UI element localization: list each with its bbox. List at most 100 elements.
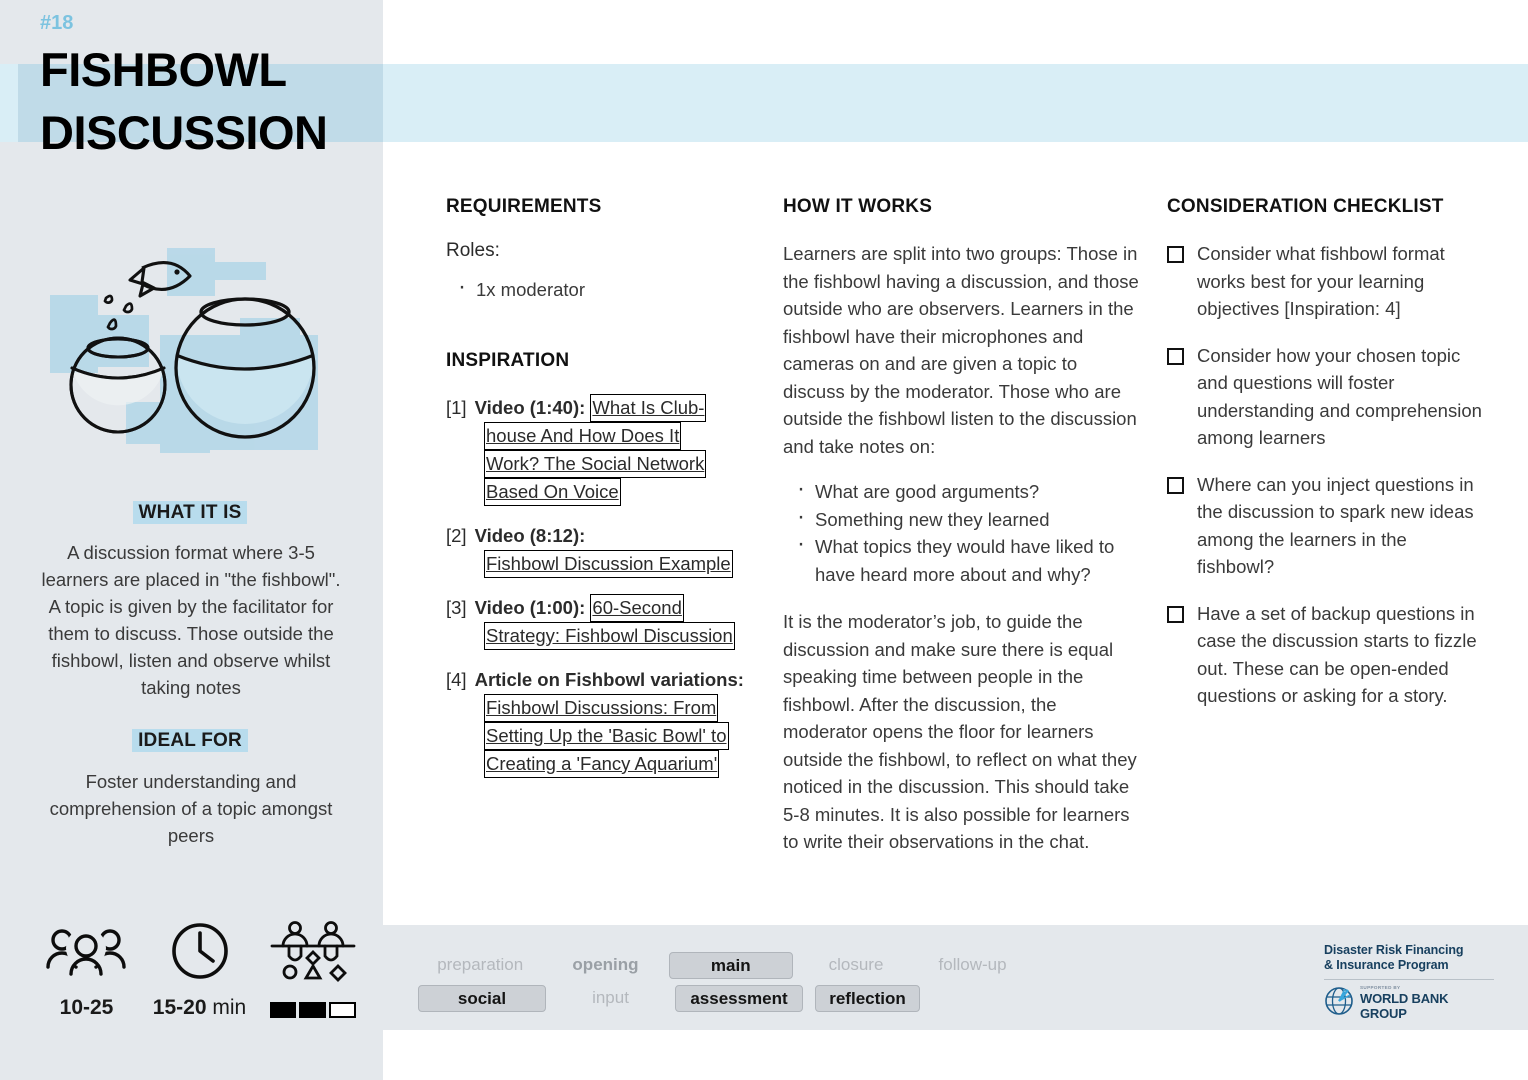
inspiration-kind: Video (8:12): [474, 524, 586, 546]
requirements-title: REQUIREMENTS [446, 196, 602, 217]
program-name-line2: & Insurance Program [1324, 958, 1449, 972]
consideration-checklist-column: CONSIDERATION CHECKLIST Consider what fi… [1167, 196, 1487, 729]
inspiration-index: [2] [446, 524, 467, 546]
meta-row: 10-25 15-20 min [30, 920, 370, 1035]
inspiration-kind: Article on Fishbowl variations: [474, 668, 744, 690]
inspiration-link-row: Work? The Social Network [484, 449, 756, 478]
checkbox[interactable] [1167, 605, 1184, 623]
how-it-works-paragraph-2: It is the moderator’s job, to guide the … [783, 611, 1137, 852]
inspiration-item: [1] Video (1:40): What Is Club-house And … [446, 393, 756, 506]
checkbox[interactable] [1167, 347, 1184, 365]
page-title-line2: DISCUSSION [40, 106, 328, 159]
phase-tag-row-2: social input assessment reflection [418, 984, 1038, 1013]
logo-divider [1324, 979, 1494, 980]
how-it-works-title: HOW IT WORKS [783, 196, 933, 217]
participants-value: 10-25 [59, 996, 114, 1019]
checklist-items: Consider what fishbowl format works best… [1167, 240, 1487, 710]
world-bank-logo: Disaster Risk Financing & Insurance Prog… [1324, 943, 1494, 1021]
logo-bottom: SUPPORTED BY WORLD BANK GROUP [1324, 985, 1494, 1021]
phase-tag-input[interactable]: input [558, 985, 663, 1012]
phase-tag-row-1: preparation opening main closure follow-up [418, 951, 1038, 980]
inspiration-link[interactable]: Work? The Social Network [484, 449, 707, 478]
phase-tag-follow-up[interactable]: follow-up [919, 952, 1026, 979]
clock-icon [143, 920, 256, 982]
list-item: 1x moderator [446, 273, 756, 304]
inspiration-item: [3] Video (1:00): 60-Second Strategy: Fish… [446, 593, 756, 650]
inspiration-link-row: Setting Up the 'Basic Bowl' to [484, 721, 756, 750]
phase-tag-assessment[interactable]: assessment [675, 985, 803, 1012]
complexity-bar [269, 1002, 356, 1018]
what-it-is-heading-text: WHAT IT IS [132, 501, 248, 524]
globe-icon [1324, 986, 1354, 1021]
checklist-item-label: Consider how your chosen topic and quest… [1197, 344, 1482, 449]
inspiration-link[interactable]: Fishbowl Discussion Example [484, 549, 733, 578]
phase-tag-social[interactable]: social [418, 985, 546, 1012]
checklist-item-label: Where can you inject questions in the di… [1197, 473, 1474, 578]
title-block: #18 FISHBOWL DISCUSSION [40, 8, 380, 164]
program-name: Disaster Risk Financing & Insurance Prog… [1324, 943, 1494, 973]
inspiration-link[interactable]: Fishbowl Discussions: From [484, 693, 719, 722]
checklist-item[interactable]: Consider what fishbowl format works best… [1167, 240, 1487, 323]
checklist-item[interactable]: Have a set of backup questions in case t… [1167, 600, 1487, 710]
inspiration-link-row: Fishbowl Discussions: From [484, 693, 756, 722]
list-item: What topics they would have liked to hav… [783, 530, 1143, 588]
inspiration-link-row: house And How Does It [484, 421, 756, 450]
inspiration-link-row: Fishbowl Discussion Example [484, 549, 756, 578]
inspiration-item: [4] Article on Fishbowl variations: Fishb… [446, 666, 756, 778]
duration-unit: min [206, 996, 247, 1019]
complexity-segment-2 [299, 1002, 326, 1018]
logo-text-block: SUPPORTED BY WORLD BANK GROUP [1360, 985, 1494, 1021]
checkbox[interactable] [1167, 476, 1184, 494]
ideal-for-body: Foster understanding and comprehension o… [49, 771, 333, 846]
people-group-icon [30, 920, 143, 982]
inspiration-link-row: Creating a 'Fancy Aquarium' [484, 749, 756, 778]
phase-tag-preparation[interactable]: preparation [418, 952, 542, 979]
inspiration-link[interactable]: house And How Does It [484, 421, 682, 450]
complexity-segment-3 [328, 1002, 356, 1018]
checkbox[interactable] [1167, 246, 1184, 263]
inspiration-link-row: Strategy: Fishbowl Discussion [484, 621, 756, 650]
inspiration-item-header: [3] Video (1:00): 60-Second [446, 593, 756, 622]
duration-value: 15-20 [152, 996, 207, 1019]
inspiration-item-header: [4] Article on Fishbowl variations: [446, 666, 756, 694]
footer: preparation opening main closure follow-up s… [383, 925, 1528, 1030]
checklist-item[interactable]: Where can you inject questions in the di… [1167, 471, 1487, 581]
inspiration-kind: Video (1:40): [474, 396, 591, 418]
inspiration-link[interactable]: Strategy: Fishbowl Discussion [484, 621, 735, 650]
participants-meta: 10-25 [30, 920, 143, 1020]
inspiration-list: [1] Video (1:40): What Is Club-house And … [446, 393, 756, 778]
checklist-title: CONSIDERATION CHECKLIST [1167, 196, 1444, 217]
what-it-is-heading: WHAT IT IS [40, 501, 340, 524]
roles-list: 1x moderator [446, 273, 756, 304]
issue-number: #18 [40, 12, 74, 34]
phase-tag-reflection[interactable]: reflection [815, 985, 920, 1012]
inspiration-link[interactable]: Creating a 'Fancy Aquarium' [484, 749, 720, 778]
complexity-icon [256, 920, 369, 982]
inspiration-kind: Video (1:00): [474, 596, 591, 618]
phase-tag-closure[interactable]: closure [805, 952, 907, 979]
inspiration-link[interactable]: What Is Club- [590, 393, 707, 422]
how-it-works-column: HOW IT WORKS Learners are split into two… [783, 196, 1143, 856]
how-it-works-paragraph-1: Learners are split into two groups: Thos… [783, 243, 1139, 457]
inspiration-title: INSPIRATION [446, 349, 570, 371]
checklist-item-label: Have a set of backup questions in case t… [1197, 602, 1477, 707]
inspiration-link[interactable]: Based On Voice [484, 477, 621, 506]
duration-meta: 15-20 min [143, 920, 256, 1020]
duration-label: 15-20 min [143, 996, 256, 1020]
fishbowl-illustration [30, 240, 360, 490]
complexity-meta [256, 920, 369, 1018]
program-name-line1: Disaster Risk Financing [1324, 943, 1464, 957]
inspiration-index: [4] [446, 668, 467, 690]
inspiration-link[interactable]: 60-Second [590, 593, 684, 622]
requirements-column: REQUIREMENTS Roles: 1x moderator INSPIRA… [446, 196, 756, 794]
phase-tag-main[interactable]: main [668, 952, 793, 979]
inspiration-item-header: [2] Video (8:12): [446, 522, 756, 550]
checklist-item-label: Consider what fishbowl format works best… [1197, 243, 1445, 319]
inspiration-item-header: [1] Video (1:40): What Is Club- [446, 393, 756, 422]
how-it-works-bullets: What are good arguments? Something new t… [783, 475, 1143, 588]
inspiration-link[interactable]: Setting Up the 'Basic Bowl' to [484, 721, 729, 750]
phase-tag-opening[interactable]: opening [554, 952, 656, 979]
checklist-item[interactable]: Consider how your chosen topic and quest… [1167, 342, 1487, 452]
participants-label: 10-25 [30, 996, 143, 1020]
roles-label: Roles: [446, 240, 500, 261]
